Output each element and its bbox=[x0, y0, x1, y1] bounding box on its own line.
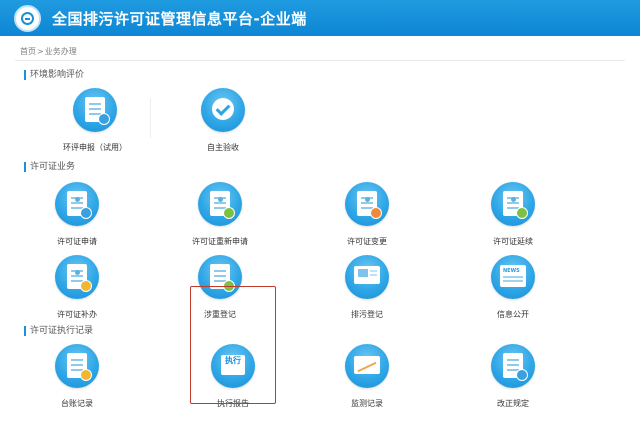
ledger-icon bbox=[55, 344, 99, 388]
tile-info-disclosure[interactable]: 信息公开 bbox=[458, 255, 568, 335]
tile-permit-apply[interactable]: 许可证申请 bbox=[22, 182, 132, 262]
tile-permit-renew[interactable]: 许可证延续 bbox=[458, 182, 568, 262]
monitor-chart-icon bbox=[345, 344, 389, 388]
section-title-execution: 许可证执行记录 bbox=[24, 326, 93, 336]
tile-label: 许可证延续 bbox=[493, 237, 533, 246]
tile-permit-change[interactable]: 许可证变更 bbox=[312, 182, 422, 262]
correction-icon bbox=[491, 344, 535, 388]
tile-ledger-record[interactable]: 台账记录 bbox=[22, 344, 132, 424]
tile-self-acceptance[interactable]: 自主验收 bbox=[168, 88, 278, 168]
tile-label: 环评申报（试用） bbox=[63, 143, 127, 152]
section-title-permit: 许可证业务 bbox=[24, 162, 75, 172]
permit-renew-icon bbox=[491, 182, 535, 226]
app-title: 全国排污许可证管理信息平台-企业端 bbox=[52, 10, 307, 28]
tile-label: 排污登记 bbox=[351, 310, 383, 319]
tile-permit-reissue[interactable]: 许可证补办 bbox=[22, 255, 132, 335]
news-icon bbox=[491, 255, 535, 299]
tile-label: 改正规定 bbox=[497, 399, 529, 408]
breadcrumb-divider bbox=[15, 60, 625, 61]
breadcrumb-home[interactable]: 首页 bbox=[20, 47, 36, 56]
tile-eia-report[interactable]: 环评申报（试用） bbox=[40, 88, 150, 168]
breadcrumb-separator: > bbox=[37, 47, 44, 56]
breadcrumb: 首页>业务办理 bbox=[20, 46, 77, 57]
section-title-eia: 环境影响评价 bbox=[24, 70, 84, 80]
tile-label: 许可证变更 bbox=[347, 237, 387, 246]
app-header: 全国排污许可证管理信息平台-企业端 bbox=[0, 0, 640, 36]
tile-permit-reapply[interactable]: 许可证重新申请 bbox=[165, 182, 275, 262]
tile-label: 许可证申请 bbox=[57, 237, 97, 246]
ministry-logo-icon bbox=[14, 5, 41, 32]
acceptance-check-icon bbox=[201, 88, 245, 132]
permit-apply-icon bbox=[55, 182, 99, 226]
tile-label: 许可证补办 bbox=[57, 310, 97, 319]
discharge-register-icon bbox=[345, 255, 389, 299]
permit-change-icon bbox=[345, 182, 389, 226]
tile-divider bbox=[150, 98, 151, 138]
tile-monitor-record[interactable]: 监测记录 bbox=[312, 344, 422, 424]
tile-label: 许可证重新申请 bbox=[192, 237, 248, 246]
permit-reapply-icon bbox=[198, 182, 242, 226]
tile-label: 自主验收 bbox=[207, 143, 239, 152]
main-content: 首页>业务办理 环境影响评价 环评申报（试用） 自主验收 许可证业务 许可证申请… bbox=[0, 36, 640, 427]
breadcrumb-current: 业务办理 bbox=[44, 47, 77, 56]
tile-label: 信息公开 bbox=[497, 310, 529, 319]
permit-reissue-icon bbox=[55, 255, 99, 299]
tile-discharge-register[interactable]: 排污登记 bbox=[312, 255, 422, 335]
tile-correction-rule[interactable]: 改正规定 bbox=[458, 344, 568, 424]
tile-label: 台账记录 bbox=[61, 399, 93, 408]
report-icon bbox=[73, 88, 117, 132]
execution-report-highlight-box bbox=[190, 286, 276, 404]
tile-label: 监测记录 bbox=[351, 399, 383, 408]
